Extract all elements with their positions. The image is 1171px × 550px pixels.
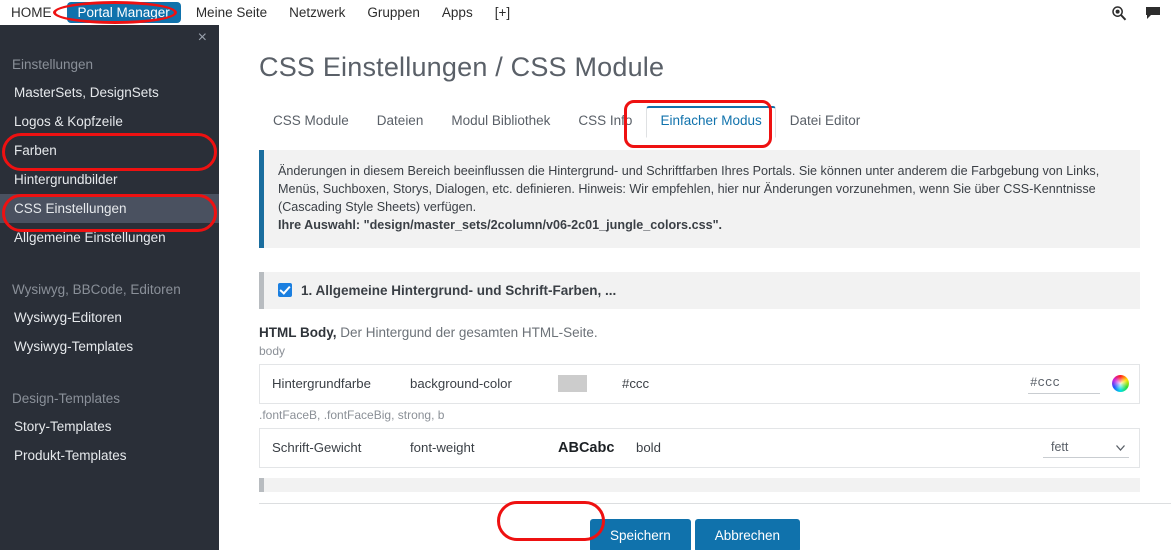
chat-bubble-icon[interactable] [1145,5,1161,21]
table-row: Schrift-Gewicht font-weight ABCabc bold … [259,427,1140,468]
info-box-selection-value: "design/master_sets/2column/v06-2c01_jun… [363,217,723,232]
row-label: Hintergrundfarbe [272,376,371,391]
nav-item-home[interactable]: HOME [0,0,63,25]
sidebar-item-wysiwyg-editoren[interactable]: Wysiwyg-Editoren [0,303,219,332]
row-control-cell [842,373,1139,394]
font-sample: ABCabc [558,439,615,456]
tab-css-module[interactable]: CSS Module [259,106,363,138]
color-wheel-icon[interactable] [1112,375,1129,392]
sidebar-group-einstellungen: Einstellungen [12,57,94,72]
main-content: CSS Einstellungen / CSS Module CSS Modul… [219,25,1171,550]
sidebar-group-wysiwyg: Wysiwyg, BBCode, Editoren [12,282,181,297]
nav-item-portal-manager[interactable]: Portal Manager [66,2,181,23]
info-box: Änderungen in diesem Bereich beeinflusse… [259,150,1140,248]
property-group-description: Der Hintergund der gesamten HTML-Seite. [340,324,598,340]
row-control-cell: fett normal [842,437,1139,458]
tab-einfacher-modus[interactable]: Einfacher Modus [646,106,776,138]
nav-item-gruppen[interactable]: Gruppen [356,0,431,25]
tab-css-info[interactable]: CSS Info [564,106,646,138]
sidebar-item-hintergrundbilder[interactable]: Hintergrundbilder [0,165,219,194]
sidebar-item-css-einstellungen[interactable]: CSS Einstellungen [0,194,219,223]
close-icon[interactable]: × [198,30,207,46]
sidebar-item-mastersets-designsets[interactable]: MasterSets, DesignSets [0,78,219,107]
row-color-swatch-cell [558,375,622,392]
row-label: Schrift-Gewicht [272,440,362,455]
form-actions: Speichern Abbrechen [219,518,1171,550]
sidebar-item-produkt-templates[interactable]: Produkt-Templates [0,441,219,470]
font-weight-select[interactable]: fett normal [1043,437,1129,458]
sidebar-group-design-templates: Design-Templates [12,391,121,406]
tab-datei-editor[interactable]: Datei Editor [776,106,875,138]
nav-item-netzwerk[interactable]: Netzwerk [278,0,356,25]
property-group-name: HTML Body, [259,324,337,340]
sidebar-item-story-templates[interactable]: Story-Templates [0,412,219,441]
sidebar-item-wysiwyg-templates[interactable]: Wysiwyg-Templates [0,332,219,361]
top-nav-actions [1111,0,1161,25]
tab-dateien[interactable]: Dateien [363,106,438,138]
row-current-value: bold [636,440,661,455]
tab-modul-bibliothek[interactable]: Modul Bibliothek [437,106,564,138]
search-icon[interactable] [1111,5,1127,21]
top-navigation-bar: HOME Portal Manager Meine Seite Netzwerk… [0,0,1171,25]
sidebar-item-allgemeine-einstellungen[interactable]: Allgemeine Einstellungen [0,223,219,252]
font-weight-select-wrapper: fett normal [1043,437,1129,458]
info-box-paragraph: Änderungen in diesem Bereich beeinflusse… [278,164,1100,214]
sidebar: × Einstellungen MasterSets, DesignSets L… [0,25,219,550]
tab-bar: CSS Module Dateien Modul Bibliothek CSS … [259,106,1171,138]
nav-item-apps[interactable]: Apps [431,0,484,25]
row-sample-cell: ABCabc [558,440,622,456]
row-css-property: font-weight [410,440,475,455]
row-current-value: #ccc [622,376,650,391]
section-header: 1. Allgemeine Hintergrund- und Schrift-F… [259,271,1140,309]
info-box-selection-label: Ihre Auswahl: [278,217,361,232]
nav-item-meine-seite[interactable]: Meine Seite [185,0,278,25]
page-title: CSS Einstellungen / CSS Module [259,52,665,82]
top-nav-items: HOME Portal Manager Meine Seite Netzwerk… [0,0,521,25]
section-checkbox[interactable] [278,283,292,297]
property-group-title: HTML Body, Der Hintergund der gesamten H… [259,325,1171,340]
row-css-property: background-color [410,376,512,391]
sidebar-item-logos-kopfzeile[interactable]: Logos & Kopfzeile [0,107,219,136]
next-section-bar [259,477,1140,492]
property-group-selector: body [259,343,286,358]
color-swatch [558,375,587,392]
cancel-button[interactable]: Abbrechen [694,518,801,550]
nav-item-add[interactable]: [+] [484,0,521,25]
property-group2-selector: .fontFaceB, .fontFaceBig, strong, b [259,407,445,422]
sidebar-item-farben[interactable]: Farben [0,136,219,165]
footer-divider [259,502,1171,504]
save-button[interactable]: Speichern [589,518,691,550]
section-header-title: 1. Allgemeine Hintergrund- und Schrift-F… [301,282,617,298]
table-row: Hintergrundfarbe background-color #ccc [259,363,1140,404]
color-value-input[interactable] [1028,373,1100,394]
